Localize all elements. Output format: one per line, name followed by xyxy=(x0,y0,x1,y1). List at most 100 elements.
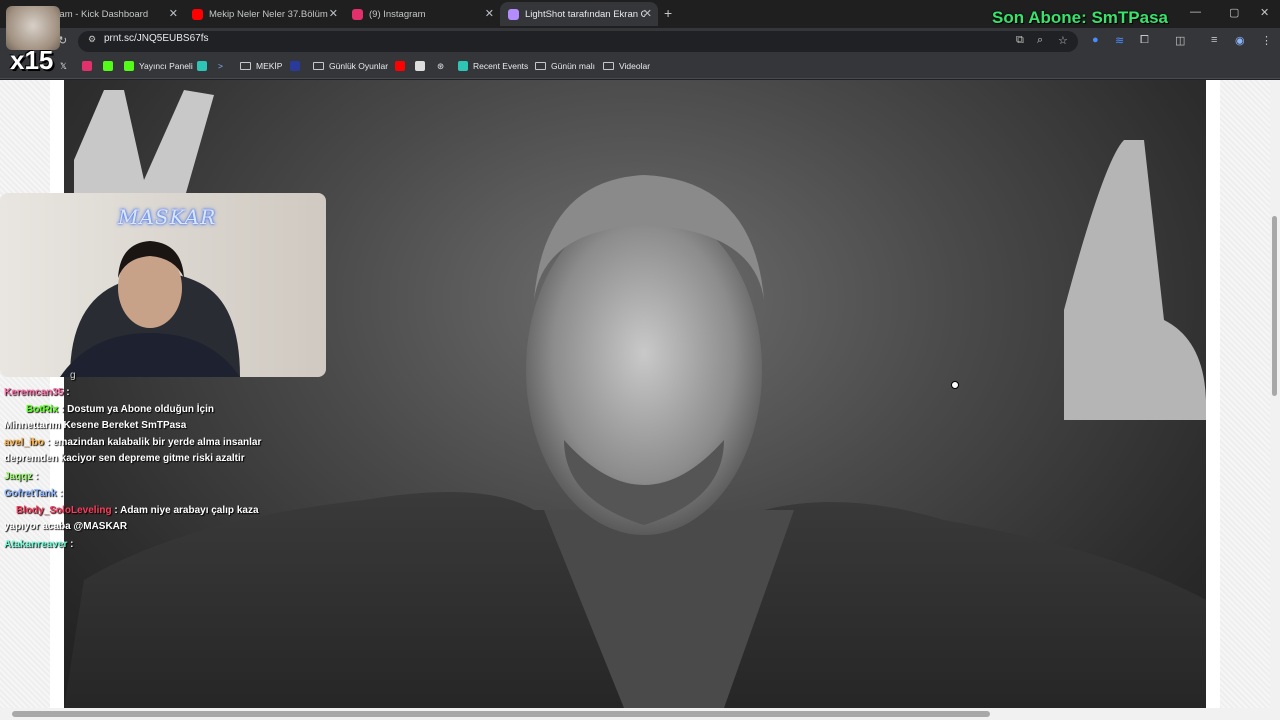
close-icon[interactable]: ✕ xyxy=(169,7,178,20)
chat-text: : Adam niye arabayı çalıp kaza xyxy=(114,505,259,516)
chat-message: Keremcan35 : xyxy=(4,387,70,398)
chat-username: Jaqqz xyxy=(4,471,33,482)
site-info-icon[interactable]: ⚙ xyxy=(88,34,96,45)
chat-text: : xyxy=(66,387,70,398)
app-icon xyxy=(290,61,300,71)
youtube-icon xyxy=(192,8,203,20)
tab-label: (9) Instagram xyxy=(369,8,426,20)
tab-label: LightShot tarafından Ekran Görü xyxy=(525,8,645,20)
chat-message: Blody_SoloLeveling : Adam niye arabayı ç… xyxy=(4,505,259,516)
address-bar[interactable] xyxy=(78,31,1078,52)
new-tab-icon[interactable]: + xyxy=(664,5,672,21)
bookmark-recent-events[interactable]: Recent Events xyxy=(458,61,528,71)
cat-overlay-image xyxy=(6,6,60,50)
chat-text: depremden kaciyor sen depreme gitme risk… xyxy=(4,453,245,464)
kick-icon xyxy=(124,61,134,71)
minimize-icon[interactable]: — xyxy=(1190,6,1201,18)
chat-text: Minnettarım Kesene Bereket SmTPasa xyxy=(4,420,187,431)
extensions-puzzle-icon[interactable]: ⧠ xyxy=(1140,34,1149,47)
chat-message: Jaqqz : xyxy=(4,471,38,482)
chat-text: : xyxy=(35,471,39,482)
chat-message: GofretTank : xyxy=(4,488,63,499)
chat-username: Blody_SoloLeveling xyxy=(16,505,112,516)
image-bookmark[interactable] xyxy=(415,61,430,71)
chat-message: BotRix : Dostum ya Abone olduğun İçin xyxy=(4,404,214,415)
tab-youtube[interactable]: Mekip Neler Neler 37.Bölüm Te ✕ xyxy=(184,2,344,26)
horizontal-scroll-thumb[interactable] xyxy=(12,711,990,717)
bookmark-gunun-mali[interactable]: Günün malı xyxy=(535,61,595,71)
zoom-icon[interactable]: ⌕ xyxy=(1037,34,1043,47)
folder-icon xyxy=(603,62,614,70)
close-icon[interactable]: ✕ xyxy=(485,7,494,20)
chat-message: Atakanreaver : xyxy=(4,539,74,550)
close-icon[interactable]: ✕ xyxy=(643,7,652,20)
chat-username: GofretTank xyxy=(4,488,57,499)
instagram-bookmark[interactable] xyxy=(82,61,97,71)
bookmark-gunluk-oyunlar[interactable]: Günlük Oyunlar xyxy=(313,61,388,71)
image-icon xyxy=(415,61,425,71)
lightshot-icon xyxy=(508,8,519,20)
instagram-icon xyxy=(352,8,363,20)
bookmark-yayinci-paneli[interactable]: Yayıncı Paneli xyxy=(124,61,193,71)
bookmark-label: Günün malı xyxy=(551,61,595,71)
bookmark-label: Yayıncı Paneli xyxy=(139,61,193,71)
chat-username: Atakanreaver xyxy=(4,539,68,550)
bookmark-star-icon[interactable]: ☆ xyxy=(1058,34,1068,47)
chat-text: : emazindan kalabalik bir yerde alma ins… xyxy=(46,437,262,448)
chat-username: avel_ibo xyxy=(4,437,45,448)
kick-bookmark[interactable] xyxy=(103,61,118,71)
chat-text: g xyxy=(70,370,76,381)
chat-message-continued: Minnettarım Kesene Bereket SmTPasa xyxy=(4,420,186,431)
tab-lightshot[interactable]: LightShot tarafından Ekran Görü ✕ xyxy=(500,2,658,26)
chat-message: g xyxy=(4,370,76,381)
chat-text: : xyxy=(70,539,74,550)
bookmark-mekip[interactable]: MEKİP xyxy=(240,61,282,71)
portrait-photo xyxy=(64,90,1206,708)
close-icon[interactable]: ✕ xyxy=(329,7,338,20)
profile-avatar[interactable]: ◉ xyxy=(1235,34,1245,47)
instagram-icon xyxy=(82,61,92,71)
chat-username: BotRix xyxy=(26,404,59,415)
side-panel-icon[interactable]: ◫ xyxy=(1175,34,1185,47)
screenshot-image[interactable] xyxy=(64,80,1206,708)
openai-bookmark-icon[interactable]: ⊛ xyxy=(437,61,444,72)
bookmark-label: Recent Events xyxy=(473,61,529,71)
folder-icon xyxy=(535,62,546,70)
chat-text: : Dostum ya Abone olduğun İçin xyxy=(61,404,214,415)
youtube-bookmark[interactable] xyxy=(395,61,410,71)
vertical-scroll-thumb[interactable] xyxy=(1272,216,1277,396)
app-bookmark[interactable] xyxy=(197,61,212,71)
page-background-right xyxy=(1220,80,1270,708)
tab-instagram[interactable]: (9) Instagram ✕ xyxy=(344,2,500,26)
folder-icon xyxy=(313,62,324,70)
chat-message: avel_ibo : emazindan kalabalik bir yerde… xyxy=(4,437,261,448)
bookmark-videolar[interactable]: Videolar xyxy=(603,61,650,71)
blue-bookmark[interactable] xyxy=(290,61,305,71)
x-bookmark-icon[interactable]: 𝕏 xyxy=(60,61,67,72)
kick-icon xyxy=(103,61,113,71)
bookmark-label: MEKİP xyxy=(256,61,283,71)
bookmark-label: Günlük Oyunlar xyxy=(329,61,389,71)
media-icon[interactable]: ≡ xyxy=(1211,34,1217,46)
folder-icon xyxy=(240,62,251,70)
chat-text: yapıyor acaba @MASKAR xyxy=(4,521,128,532)
zoom-cursor-icon xyxy=(951,381,959,389)
arrow-bookmark-icon[interactable]: > xyxy=(218,61,223,71)
chat-message-continued: yapıyor acaba @MASKAR xyxy=(4,521,127,532)
close-window-icon[interactable]: ✕ xyxy=(1260,6,1269,19)
multiplier-overlay: x15 xyxy=(10,45,54,75)
chat-username: Keremcan35 xyxy=(4,387,64,398)
chat-text: : xyxy=(59,488,63,499)
tab-label: Mekip Neler Neler 37.Bölüm Te xyxy=(209,8,329,20)
chat-message-continued: depremden kaciyor sen depreme gitme risk… xyxy=(4,453,245,464)
app-icon xyxy=(458,61,468,71)
install-app-icon[interactable]: ⧉ xyxy=(1016,34,1024,47)
youtube-icon xyxy=(395,61,405,71)
audio-extension-icon[interactable]: ≋ xyxy=(1115,34,1124,47)
app-icon xyxy=(197,61,207,71)
maximize-icon[interactable]: ▢ xyxy=(1229,6,1239,19)
bookmark-label: Videolar xyxy=(619,61,651,71)
url-text[interactable]: prnt.sc/JNQ5EUBS67fs xyxy=(104,33,208,44)
extension-icon[interactable]: ● xyxy=(1092,34,1099,46)
menu-icon[interactable]: ⋮ xyxy=(1261,34,1272,47)
